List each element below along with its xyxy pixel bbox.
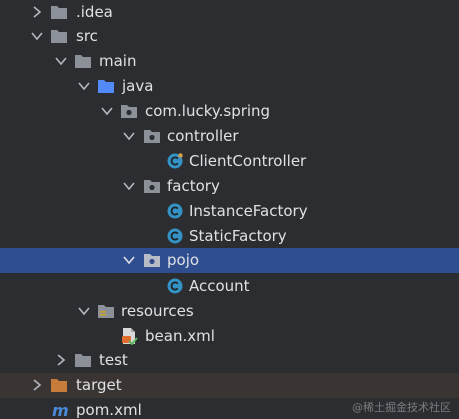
tree-item-label: target xyxy=(76,376,122,394)
tree-item-label: java xyxy=(122,77,154,95)
chevron-down-icon[interactable] xyxy=(76,78,92,94)
source-folder-icon xyxy=(98,80,114,93)
tree-item-label: factory xyxy=(167,177,220,195)
tree-item-label: pom.xml xyxy=(76,401,142,419)
package-icon xyxy=(144,130,160,143)
chevron-down-icon[interactable] xyxy=(99,103,115,119)
tree-item-label: test xyxy=(99,351,128,369)
tree-item-java[interactable]: java xyxy=(0,74,459,99)
watermark: @稀土掘金技术社区 xyxy=(352,401,451,414)
tree-item-factory[interactable]: factory xyxy=(0,174,459,199)
tree-item-target[interactable]: target xyxy=(0,373,459,398)
folder-icon xyxy=(75,55,91,68)
tree-item-label: InstanceFactory xyxy=(189,202,308,220)
chevron-right-icon[interactable] xyxy=(29,377,45,393)
tree-item-src[interactable]: src xyxy=(0,24,459,49)
chevron-down-icon[interactable] xyxy=(29,28,45,44)
svg-text:m: m xyxy=(52,401,69,419)
tree-item-label: resources xyxy=(121,302,194,320)
folder-icon xyxy=(75,354,91,367)
java-class-icon xyxy=(167,278,183,294)
java-class-icon xyxy=(167,153,183,169)
tree-item-label: controller xyxy=(167,127,239,145)
chevron-down-icon[interactable] xyxy=(121,128,137,144)
excluded-folder-icon xyxy=(51,379,67,392)
chevron-down-icon[interactable] xyxy=(76,303,92,319)
tree-item-resources[interactable]: resources xyxy=(0,299,459,324)
chevron-down-icon[interactable] xyxy=(121,178,137,194)
chevron-down-icon[interactable] xyxy=(53,53,69,69)
tree-item-com-lucky-spring[interactable]: com.lucky.spring xyxy=(0,99,459,124)
tree-item-label: com.lucky.spring xyxy=(145,102,271,120)
tree-item-account[interactable]: Account xyxy=(0,274,459,299)
package-icon xyxy=(121,105,137,118)
tree-item-label: ClientController xyxy=(189,152,307,170)
chevron-right-icon[interactable] xyxy=(29,4,45,20)
tree-item-bean-xml[interactable]: bean.xml xyxy=(0,324,459,349)
tree-item-test[interactable]: test xyxy=(0,348,459,373)
tree-item-main[interactable]: main xyxy=(0,49,459,74)
tree-item-label: Account xyxy=(189,277,250,295)
tree-item-staticfactory[interactable]: StaticFactory xyxy=(0,224,459,249)
folder-icon xyxy=(51,6,67,19)
tree-item-label: .idea xyxy=(76,3,113,21)
chevron-down-icon[interactable] xyxy=(121,252,137,268)
tree-item-idea[interactable]: .idea xyxy=(0,0,459,25)
tree-item-label: pojo xyxy=(167,251,200,269)
folder-icon xyxy=(51,30,67,43)
tree-item-controller[interactable]: controller xyxy=(0,124,459,149)
resources-folder-icon xyxy=(98,305,114,318)
tree-item-label: src xyxy=(76,27,98,45)
project-tree: .idea src main java com.lucky.spring con… xyxy=(0,0,459,419)
maven-icon: m xyxy=(52,401,69,419)
tree-item-label: main xyxy=(99,52,137,70)
tree-item-label: StaticFactory xyxy=(189,227,287,245)
java-class-icon xyxy=(167,228,183,244)
tree-item-clientcontroller[interactable]: ClientController xyxy=(0,149,459,174)
xml-file-icon xyxy=(122,328,138,345)
chevron-right-icon[interactable] xyxy=(53,352,69,368)
package-icon xyxy=(144,180,160,193)
tree-item-label: bean.xml xyxy=(145,327,215,345)
tree-item-instancefactory[interactable]: InstanceFactory xyxy=(0,199,459,224)
java-class-icon xyxy=(167,203,183,219)
tree-item-pojo[interactable]: pojo xyxy=(0,248,459,273)
package-icon xyxy=(144,254,160,267)
